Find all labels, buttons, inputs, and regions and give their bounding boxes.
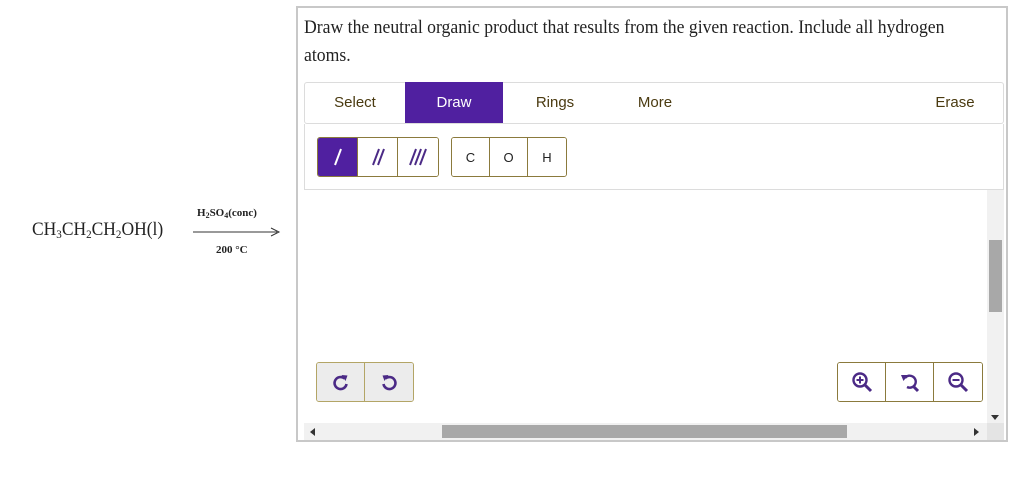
scroll-left-arrow-icon[interactable]	[310, 428, 315, 436]
formula-part: CH	[61, 219, 87, 240]
horizontal-scrollbar[interactable]	[304, 423, 987, 440]
vertical-scroll-thumb[interactable]	[989, 240, 1002, 312]
vertical-scrollbar[interactable]	[987, 190, 1004, 423]
scrollbar-corner	[987, 423, 1004, 440]
question-prompt: Draw the neutral organic product that re…	[304, 17, 945, 66]
single-bond-button[interactable]	[318, 138, 358, 176]
formula-part: SO	[209, 207, 225, 219]
tab-erase[interactable]: Erase	[905, 83, 1005, 123]
scroll-down-arrow-icon[interactable]	[991, 415, 999, 420]
drawing-toolbar: Select Draw Rings More Erase	[304, 82, 1004, 124]
zoom-in-button[interactable]	[838, 363, 886, 401]
tab-rings[interactable]: Rings	[505, 83, 605, 123]
reset-view-button[interactable]	[886, 363, 934, 401]
reaction-conditions: 200 °C	[216, 244, 248, 256]
reactant-formula: CH3CH2CH2OH(l)	[32, 219, 163, 242]
double-bond-button[interactable]	[358, 138, 398, 176]
scroll-right-arrow-icon[interactable]	[974, 428, 979, 436]
atom-carbon-button[interactable]: C	[452, 138, 490, 176]
tab-select[interactable]: Select	[305, 83, 405, 123]
atom-oxygen-button[interactable]: O	[490, 138, 528, 176]
formula-part: OH(l)	[121, 219, 164, 240]
undo-icon	[332, 375, 348, 391]
tab-draw[interactable]: Draw	[405, 82, 503, 123]
atom-hydrogen-button[interactable]: H	[528, 138, 566, 176]
formula-part: CH	[32, 219, 57, 240]
single-bond-icon	[333, 148, 342, 166]
zoom-in-icon	[851, 372, 872, 393]
structure-drawing-widget: Draw the neutral organic product that re…	[296, 6, 1008, 442]
formula-part: CH	[91, 219, 116, 240]
triple-bond-icon	[409, 148, 427, 166]
draw-palette: C O H	[304, 124, 1004, 190]
zoom-out-icon	[948, 372, 969, 393]
zoom-out-button[interactable]	[934, 363, 982, 401]
redo-icon	[382, 375, 397, 391]
formula-part: H	[197, 207, 206, 219]
zoom-buttons	[837, 362, 983, 402]
reaction-scheme: CH3CH2CH2OH(l) H2SO4(conc) 200 °C	[0, 195, 290, 265]
atom-buttons: C O H	[451, 137, 567, 177]
horizontal-scroll-thumb[interactable]	[442, 425, 847, 438]
reagent-label: H2SO4(conc)	[197, 207, 257, 220]
triple-bond-button[interactable]	[398, 138, 438, 176]
bond-buttons	[317, 137, 439, 177]
double-bond-icon	[371, 148, 385, 166]
undo-button[interactable]	[317, 363, 365, 401]
tab-more[interactable]: More	[605, 83, 705, 123]
reset-view-icon	[900, 374, 919, 393]
history-buttons	[316, 362, 414, 402]
formula-part: (conc)	[228, 207, 257, 219]
redo-button[interactable]	[365, 363, 413, 401]
reaction-arrow	[193, 227, 281, 237]
